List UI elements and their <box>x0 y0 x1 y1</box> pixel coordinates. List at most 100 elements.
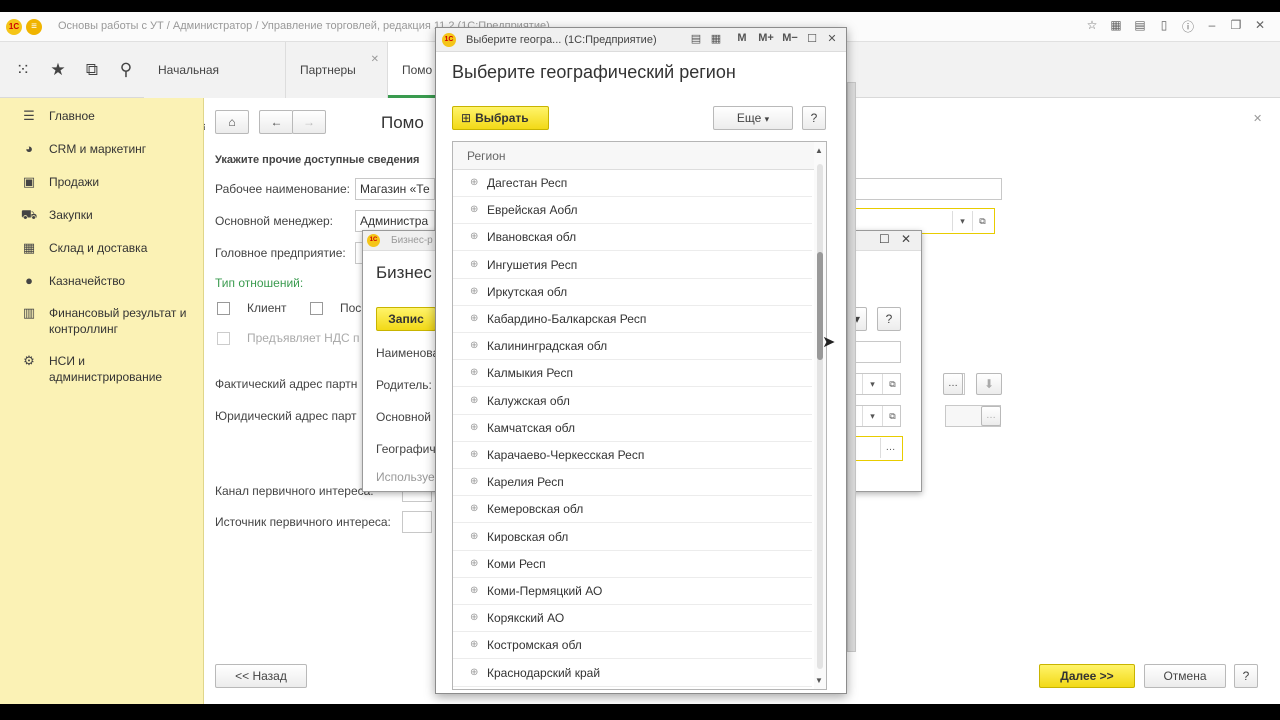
tab-close-icon[interactable]: ✕ <box>371 32 379 88</box>
expand-icon[interactable]: ⊕ <box>470 476 478 487</box>
manager-field[interactable]: Администра <box>355 210 435 232</box>
close-icon[interactable]: ✕ <box>1252 18 1268 35</box>
work-name-field-end[interactable] <box>845 178 1002 200</box>
table-row[interactable]: ⊕ Кировская обл <box>453 524 812 551</box>
vat-checkbox[interactable] <box>217 332 230 345</box>
close-icon[interactable]: ✕ <box>901 232 911 246</box>
memory-m-icon[interactable]: M <box>734 32 750 44</box>
memory-minus-icon[interactable]: M− <box>780 32 800 44</box>
more-button[interactable]: Еще ▾ <box>713 106 793 130</box>
table-row[interactable]: ⊕ Ивановская обл <box>453 224 812 252</box>
favorites-icon[interactable]: ☆ <box>1084 18 1100 35</box>
apps-grid-icon[interactable]: ⁙ <box>11 58 35 82</box>
expand-icon[interactable]: ⊕ <box>470 177 478 188</box>
sidebar-item-admin[interactable]: ⚙ НСИ и администрирование <box>0 353 204 385</box>
back-nav-button[interactable]: ← <box>259 110 293 134</box>
table-row[interactable]: ⊕ Еврейская Аобл <box>453 197 812 225</box>
search-icon[interactable]: ⚲ <box>114 58 138 82</box>
calendar-icon[interactable]: ▦ <box>708 32 724 45</box>
expand-icon[interactable]: ⊕ <box>470 313 478 324</box>
work-name-field[interactable]: Магазин «Те <box>355 178 435 200</box>
table-row[interactable]: ⊕ Кабардино-Балкарская Респ <box>453 306 812 333</box>
forward-nav-button[interactable]: → <box>292 110 326 134</box>
expand-icon[interactable]: ⊕ <box>470 422 478 433</box>
restore-icon[interactable]: ❐ <box>1228 18 1244 35</box>
panel-icon[interactable]: ▯ <box>1156 18 1172 35</box>
select-button[interactable]: ⊞ Выбрать <box>452 106 549 130</box>
table-row[interactable]: ⊕ Иркутская обл <box>453 279 812 306</box>
help-button[interactable]: ? <box>1234 664 1258 688</box>
expand-icon[interactable]: ⊕ <box>470 585 478 596</box>
expand-icon[interactable]: ⊕ <box>470 503 478 514</box>
history-icon[interactable]: ⧉ <box>80 58 104 82</box>
calendar-icon[interactable]: ▤ <box>1132 18 1148 35</box>
fact-address-select-button[interactable]: … <box>943 373 963 395</box>
expand-icon[interactable]: ⊕ <box>470 612 478 623</box>
memory-plus-icon[interactable]: M+ <box>756 32 776 44</box>
table-row[interactable]: ⊕ Карелия Респ <box>453 469 812 497</box>
table-row[interactable]: ⊕ Краснодарский край <box>453 660 812 687</box>
expand-icon[interactable]: ⊕ <box>470 449 478 460</box>
table-row[interactable]: ⊕ Дагестан Респ <box>453 170 812 197</box>
open-icon[interactable]: ⧉ <box>972 211 992 231</box>
table-row[interactable]: ⊕ Камчатская обл <box>453 415 812 442</box>
calculator-icon[interactable]: ▦ <box>1108 18 1124 35</box>
tab-partners[interactable]: Партнеры ✕ <box>286 42 388 98</box>
open-icon[interactable]: ⧉ <box>882 406 900 426</box>
sidebar-item-sales[interactable]: ▣ Продажи <box>0 174 204 190</box>
star-icon[interactable]: ★ <box>46 58 70 82</box>
supplier-checkbox[interactable] <box>310 302 323 315</box>
tab-home[interactable]: Начальная страница <box>144 42 286 133</box>
table-row[interactable]: ⊕ Калужская обл <box>453 388 812 415</box>
sidebar-item-crm[interactable]: ◕ CRM и маркетинг <box>0 141 204 157</box>
info-icon[interactable]: ⓘ <box>1180 18 1196 35</box>
scroll-down-icon[interactable]: ▼ <box>815 676 823 685</box>
cancel-button[interactable]: Отмена <box>1144 664 1226 688</box>
home-button[interactable]: ⌂ <box>215 110 249 134</box>
source-field[interactable] <box>402 511 432 533</box>
table-row[interactable]: ⊕ Калининградская обл <box>453 333 812 361</box>
background-scrollbar[interactable] <box>847 82 856 652</box>
close-form-icon[interactable]: ✕ <box>1253 112 1262 125</box>
sidebar-item-warehouse[interactable]: ▦ Склад и доставка <box>0 240 204 256</box>
open-icon[interactable]: ⧉ <box>882 374 900 394</box>
expand-icon[interactable]: ⊕ <box>470 367 478 378</box>
table-row[interactable]: ⊕ Костромская обл <box>453 632 812 660</box>
select-icon[interactable]: … <box>880 438 900 458</box>
help-button[interactable]: ? <box>802 106 826 130</box>
sidebar-item-finance[interactable]: ▥ Финансовый результат и контроллинг <box>0 305 200 337</box>
table-row[interactable]: ⊕ Карачаево-Черкесская Респ <box>453 442 812 469</box>
dropdown-icon[interactable]: ▾ <box>862 374 882 394</box>
sidebar-item-treasury[interactable]: ● Казначейство <box>0 273 204 289</box>
scroll-track[interactable] <box>817 164 823 669</box>
back-button[interactable]: << Назад <box>215 664 307 688</box>
table-row[interactable]: ⊕ Кемеровская обл <box>453 496 812 524</box>
minimize-icon[interactable]: – <box>1204 18 1220 35</box>
column-header-region[interactable]: Регион <box>453 142 816 170</box>
legal-address-select-button[interactable]: … <box>981 406 1001 426</box>
menu-icon[interactable]: ≡ <box>26 19 42 35</box>
help-button[interactable]: ? <box>877 307 901 331</box>
expand-icon[interactable]: ⊕ <box>470 639 478 650</box>
maximize-icon[interactable]: ☐ <box>804 32 820 45</box>
table-row[interactable]: ⊕ Коми Респ <box>453 551 812 578</box>
dropdown-icon[interactable]: ▾ <box>952 211 972 231</box>
maximize-icon[interactable]: ☐ <box>879 232 890 246</box>
expand-icon[interactable]: ⊕ <box>470 231 478 242</box>
table-row[interactable]: ⊕ Ингушетия Респ <box>453 252 812 279</box>
sidebar-item-purchases[interactable]: ⛟ Закупки <box>0 207 204 223</box>
scroll-up-icon[interactable]: ▲ <box>815 146 823 155</box>
expand-icon[interactable]: ⊕ <box>470 667 478 678</box>
save-icon[interactable]: ▤ <box>688 32 704 45</box>
table-row[interactable]: ⊕ Коми-Пермяцкий АО <box>453 578 812 605</box>
expand-icon[interactable]: ⊕ <box>470 259 478 270</box>
next-button[interactable]: Далее >> <box>1039 664 1135 688</box>
expand-icon[interactable]: ⊕ <box>470 286 478 297</box>
download-icon[interactable]: ⬇ <box>976 373 1002 395</box>
sidebar-item-main[interactable]: ☰ Главное <box>0 108 204 124</box>
table-row[interactable]: ⊕ Калмыкия Респ <box>453 360 812 388</box>
expand-icon[interactable]: ⊕ <box>470 531 478 542</box>
expand-icon[interactable]: ⊕ <box>470 204 478 215</box>
expand-icon[interactable]: ⊕ <box>470 558 478 569</box>
regions-scrollbar[interactable]: ▲ ▼ <box>814 142 826 689</box>
